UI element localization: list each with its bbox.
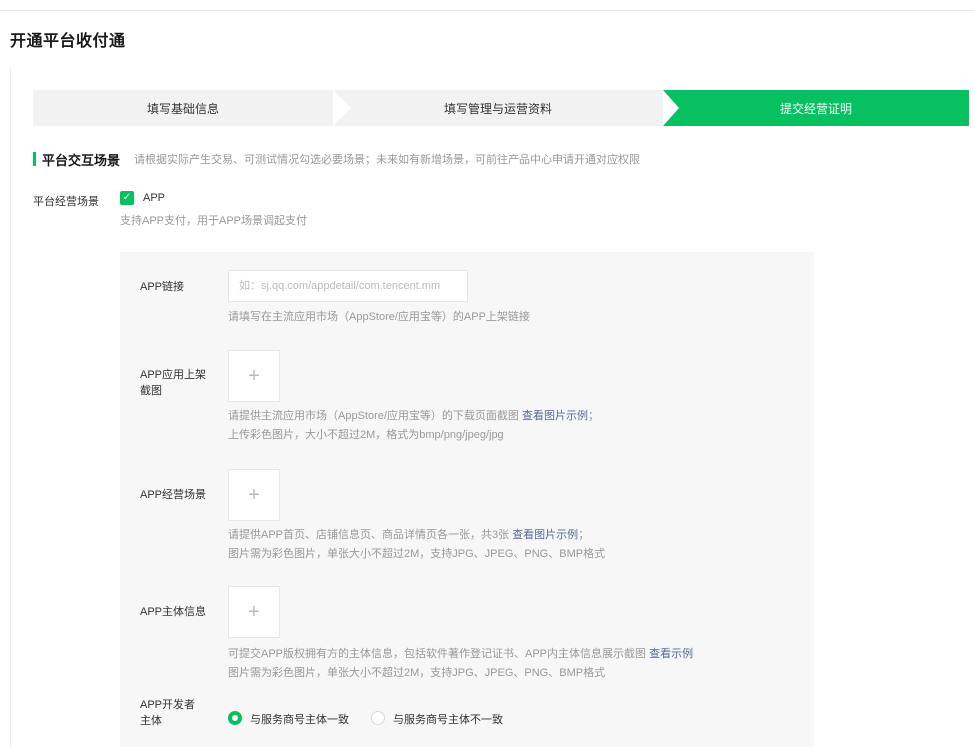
developer-same-label[interactable]: 与服务商号主体一致 (250, 711, 349, 727)
app-checkbox[interactable]: ✓ (120, 191, 134, 205)
section-title: 平台交互场景 (42, 152, 121, 168)
label-line: 主体 (140, 715, 162, 727)
app-link-input[interactable]: 如：sj.qq.com/appdetail/com.tencent.mm (228, 270, 468, 302)
developer-different-radio[interactable] (371, 711, 385, 725)
step-label: 提交经营证明 (779, 101, 852, 116)
step-basic-info: 填写基础信息 (33, 90, 351, 126)
section-description: 请根据实际产生交易、可测试情况勾选必要场景；未来如有新增场景，可前往产品中心申请… (134, 154, 641, 166)
app-developer-label: APP开发者 主体 (140, 697, 195, 729)
step-label: 填写基础信息 (146, 101, 219, 116)
app-screenshot-hint: 请提供主流应用市场（AppStore/应用宝等）的下载页面截图 查看图片示例； … (228, 410, 599, 441)
view-example-link[interactable]: 查看示例 (649, 648, 693, 660)
section-header: 平台交互场景 请根据实际产生交易、可测试情况勾选必要场景；未来如有新增场景，可前… (33, 152, 641, 168)
section-accent-bar (33, 152, 36, 166)
app-screenshot-upload[interactable]: + (228, 350, 280, 402)
app-checkbox-label[interactable]: APP (143, 192, 165, 204)
check-icon: ✓ (122, 192, 132, 203)
app-scene-hint: 请提供APP首页、店铺信息页、商品详情页各一张，共3张 查看图片示例； 图片需为… (228, 529, 606, 560)
app-scene-label: APP经营场景 (140, 489, 207, 501)
app-entity-hint: 可提交APP版权拥有方的主体信息，包括软件著作登记证书、APP内主体信息展示截图… (228, 648, 694, 679)
label-line: APP应用上架 (140, 369, 207, 381)
step-label: 填写管理与运营资料 (443, 101, 552, 116)
top-divider (0, 10, 974, 11)
view-example-link[interactable]: 查看图片示例 (512, 529, 578, 541)
label-line: APP开发者 (140, 699, 196, 711)
app-link-label: APP链接 (140, 281, 185, 293)
scene-hint: 支持APP支付，用于APP场景调起支付 (120, 215, 308, 227)
app-scene-upload[interactable]: + (228, 469, 280, 521)
stepper: 填写基础信息 填写管理与运营资料 提交经营证明 (33, 90, 969, 126)
app-entity-label: APP主体信息 (140, 606, 207, 618)
plus-icon: + (248, 600, 260, 623)
step-management-info: 填写管理与运营资料 (333, 90, 663, 126)
app-link-hint: 请填写在主流应用市场（AppStore/应用宝等）的APP上架链接 (228, 311, 530, 323)
app-entity-upload[interactable]: + (228, 586, 280, 638)
page-title: 开通平台收付通 (10, 33, 126, 50)
plus-icon: + (248, 364, 260, 387)
label-line: 截图 (140, 385, 162, 397)
step-business-proof: 提交经营证明 (663, 90, 969, 126)
scene-label: 平台经营场景 (33, 196, 99, 208)
view-example-link[interactable]: 查看图片示例 (522, 410, 588, 422)
plus-icon: + (248, 483, 260, 506)
app-screenshot-label: APP应用上架 截图 (140, 367, 206, 399)
developer-different-label[interactable]: 与服务商号主体不一致 (393, 711, 503, 727)
developer-same-radio[interactable] (228, 711, 242, 725)
